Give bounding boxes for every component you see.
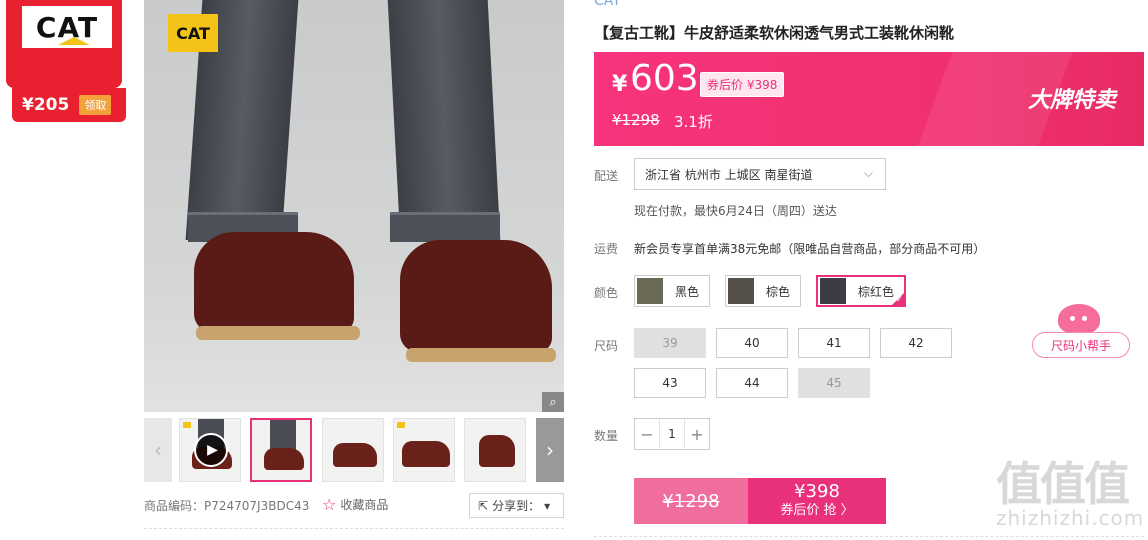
delivery-estimate: 现在付款，最快6月24日（周四）送达 [634, 204, 837, 218]
mascot-icon [1058, 304, 1100, 334]
share-button[interactable]: ⇱ 分享到： ▾ [469, 493, 564, 518]
currency-symbol: ¥ [612, 72, 628, 97]
boot-sole-right [406, 348, 556, 362]
brand-link[interactable]: CAT [594, 0, 621, 9]
promo-label: 大牌特卖 [1027, 88, 1116, 113]
size-helper[interactable]: 尺码小帮手 [1032, 304, 1130, 358]
size-option-45[interactable]: 45 [798, 368, 870, 398]
freight-label: 运费 [594, 242, 619, 256]
color-option-label: 棕色 [766, 284, 791, 299]
buy-price: ¥398 [794, 481, 840, 502]
play-icon[interactable]: ▶ [194, 433, 228, 467]
check-icon: ✓ [895, 295, 904, 305]
thumbnail-legs-front[interactable] [250, 418, 312, 482]
color-option-brown[interactable]: 棕色 [725, 275, 802, 307]
color-label: 颜色 [594, 286, 619, 300]
thumbnail-video[interactable]: ▶ [179, 418, 241, 482]
color-option-black[interactable]: 黑色 [634, 275, 711, 307]
color-swatch [820, 278, 846, 304]
chevron-down-icon: ▾ [544, 498, 551, 513]
thumb-next-arrow-icon[interactable]: › [536, 418, 564, 482]
quantity-value[interactable]: 1 [659, 419, 685, 449]
shipping-label: 配送 [594, 169, 619, 183]
size-helper-button[interactable]: 尺码小帮手 [1032, 332, 1130, 358]
original-price: ¥1298 [612, 111, 660, 129]
coupon-header: CAT [6, 0, 122, 88]
coupon-footer: ¥205 领取 [12, 88, 126, 122]
size-option-39[interactable]: 39 [634, 328, 706, 358]
coupon-claim-button[interactable]: 领取 [79, 95, 112, 115]
size-option-42[interactable]: 42 [880, 328, 952, 358]
main-product-image[interactable]: CAT ⌕ [144, 0, 564, 412]
brand-coupon-badge[interactable]: CAT ¥205 领取 [6, 0, 126, 124]
boot-sole-left [196, 326, 360, 340]
chevron-down-icon: ⌵ [863, 166, 873, 180]
freight-note: 新会员专享首单满38元免邮（限唯品自营商品，部分商品不可用） [634, 242, 986, 256]
price-banner: ¥ 603 券后价 ¥398 ¥1298 3.1折 大牌特卖 [594, 52, 1144, 146]
share-icon: ⇱ [478, 498, 489, 513]
thumbnail-boot-single[interactable] [464, 418, 526, 482]
boot-right [400, 240, 552, 352]
favorite-button[interactable]: ☆ 收藏商品 [322, 495, 388, 514]
sku-code: 商品编码：P724707J3BDC43 [144, 499, 310, 513]
buy-button-group: ¥1298 ¥398 券后价 抢 〉 [634, 478, 886, 524]
color-swatch [637, 278, 663, 304]
site-watermark: 值值值 zhizhizhi.com [996, 458, 1146, 540]
coupon-price-tag: 券后价 ¥398 [700, 72, 785, 97]
cat-logo-stamp: CAT [168, 14, 218, 52]
color-option-label: 棕红色 [858, 284, 895, 299]
thumb-brand-flag [397, 422, 405, 428]
coupon-amount: ¥205 [22, 95, 70, 115]
thumb-brand-flag [183, 422, 191, 428]
size-label: 尺码 [594, 339, 619, 353]
thumbnail-boots-pair[interactable] [322, 418, 384, 482]
quantity-stepper: − 1 + [634, 418, 710, 450]
size-option-41[interactable]: 41 [798, 328, 870, 358]
color-option-label: 黑色 [675, 284, 700, 299]
thumb-boot [264, 448, 304, 470]
magnifier-icon[interactable]: ⌕ [542, 392, 564, 412]
watermark-url: zhizhizhi.com [996, 506, 1145, 530]
jeans-cuff-right [390, 212, 500, 242]
shipping-location-value: 浙江省 杭州市 上城区 南星街道 [645, 167, 813, 182]
product-title: 【复古工靴】牛皮舒适柔软休闲透气男式工装靴休闲靴 [594, 24, 955, 42]
share-label: 分享到： [492, 499, 541, 513]
thumb-boot [333, 443, 377, 467]
buy-action-label: 券后价 抢 〉 [780, 503, 854, 518]
boot-left [194, 232, 354, 332]
brand-logo-triangle [58, 37, 90, 45]
color-swatch [728, 278, 754, 304]
thumb-boot [402, 441, 450, 467]
jeans-leg-right [387, 0, 501, 240]
size-option-40[interactable]: 40 [716, 328, 788, 358]
mascot-eye [1070, 316, 1075, 321]
divider [144, 528, 564, 529]
brand-logo: CAT [22, 6, 112, 48]
buy-original-price[interactable]: ¥1298 [634, 478, 748, 524]
watermark-logo: 值值值 [996, 457, 1130, 511]
star-icon: ☆ [322, 495, 337, 514]
quantity-label: 数量 [594, 429, 619, 443]
size-option-43[interactable]: 43 [634, 368, 706, 398]
mascot-eye [1082, 316, 1087, 321]
coupon-buy-button[interactable]: ¥398 券后价 抢 〉 [748, 478, 886, 524]
discount-rate: 3.1折 [674, 113, 713, 131]
thumb-prev-arrow-icon[interactable]: ‹ [144, 418, 172, 482]
thumbnail-boots-side[interactable] [393, 418, 455, 482]
size-option-44[interactable]: 44 [716, 368, 788, 398]
minus-icon[interactable]: − [635, 419, 659, 449]
shipping-location-select[interactable]: 浙江省 杭州市 上城区 南星街道 ⌵ [634, 158, 886, 190]
plus-icon[interactable]: + [685, 419, 709, 449]
sale-price: 603 [630, 58, 699, 99]
color-option-reddish-brown[interactable]: 棕红色 ✓ [816, 275, 907, 307]
favorite-label: 收藏商品 [340, 498, 389, 512]
thumb-boot [479, 435, 515, 467]
thumbnail-strip: ‹ ▶ › [144, 418, 564, 482]
